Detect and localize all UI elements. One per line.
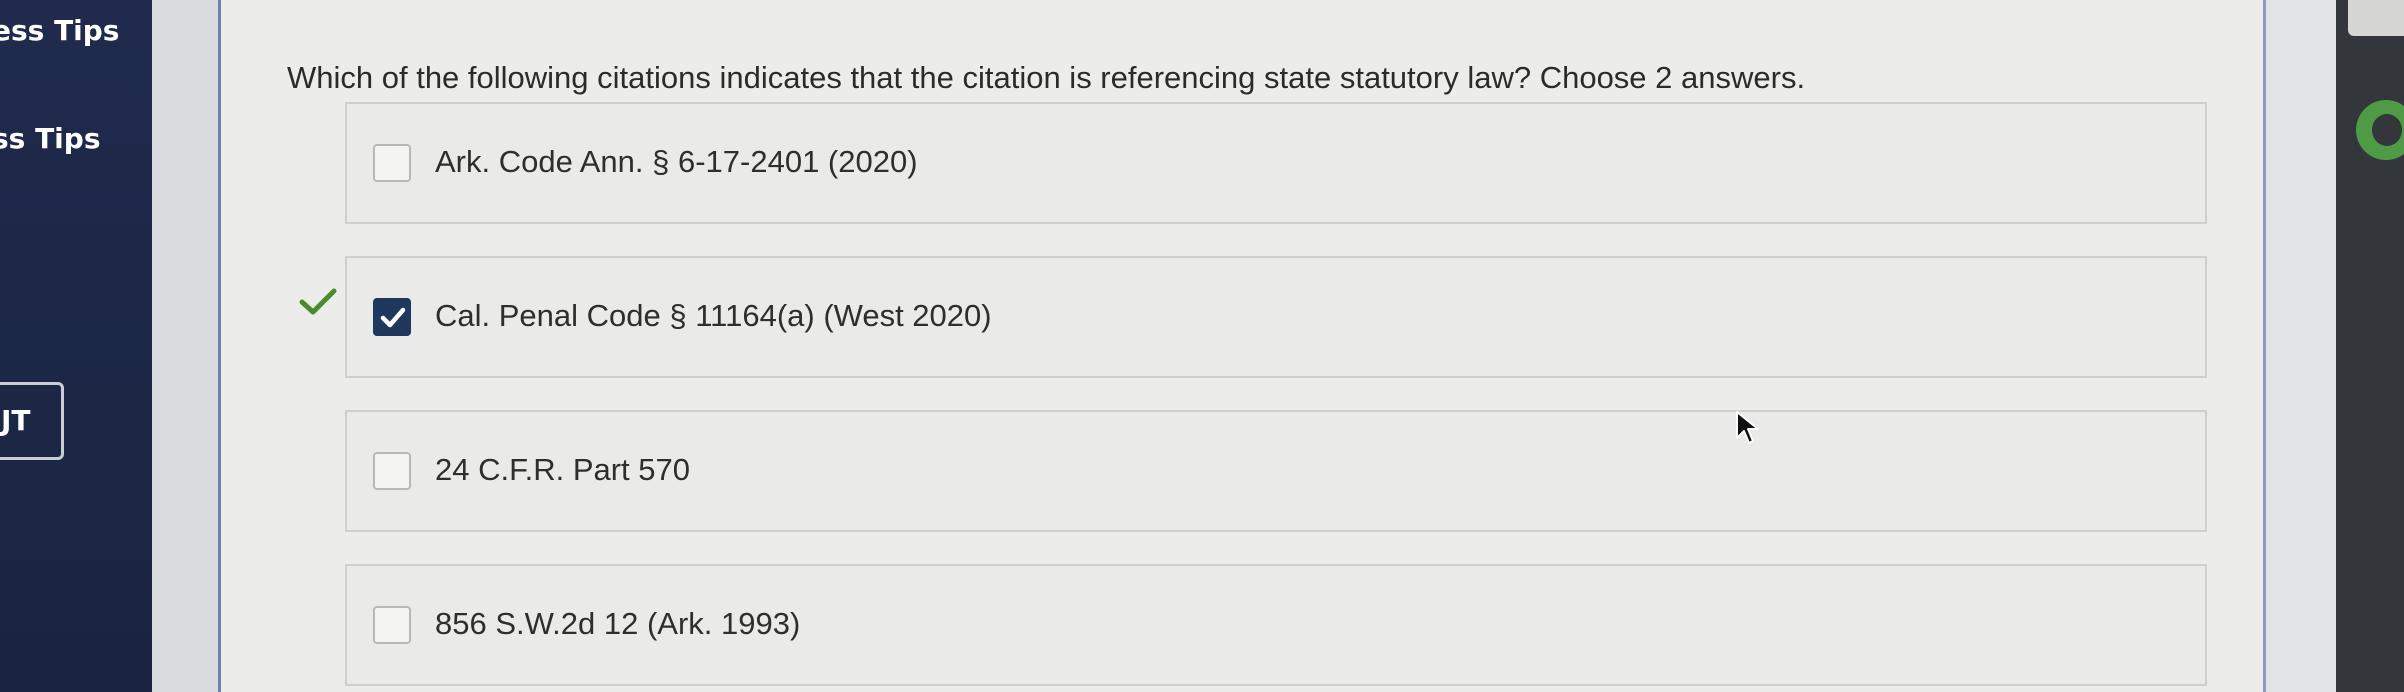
sidebar-tab-tips-2[interactable]: ss Tips <box>0 122 101 155</box>
mouse-pointer-icon <box>1735 410 1761 451</box>
answer-label-1: Ark. Code Ann. § 6-17-2401 (2020) <box>435 144 918 179</box>
check-mark-icon <box>299 288 337 321</box>
answer-label-2: Cal. Penal Code § 11164(a) (West 2020) <box>435 298 992 333</box>
answer-checkbox-2[interactable] <box>373 298 411 336</box>
answer-label-3: 24 C.F.R. Part 570 <box>435 452 691 487</box>
checkbox-check-icon <box>380 307 406 328</box>
sidebar-tab-tips-1[interactable]: ess Tips <box>0 14 119 47</box>
answer-checkbox-1[interactable] <box>373 144 411 182</box>
sidebar-button[interactable]: JT <box>0 382 64 460</box>
left-sidebar: ess Tips ss Tips JT <box>0 0 152 692</box>
right-strip <box>2266 0 2336 692</box>
answer-option-1[interactable]: Ark. Code Ann. § 6-17-2401 (2020) <box>345 102 2207 224</box>
answer-option-2[interactable]: Cal. Penal Code § 11164(a) (West 2020) <box>345 256 2207 378</box>
answer-checkbox-4[interactable] <box>373 606 411 644</box>
right-panel-bar <box>2348 0 2404 36</box>
question-text: Which of the following citations indicat… <box>287 60 1806 95</box>
gutter <box>152 0 218 692</box>
answer-option-4[interactable]: 856 S.W.2d 12 (Ark. 1993) <box>345 564 2207 686</box>
answer-label-4: 856 S.W.2d 12 (Ark. 1993) <box>435 606 801 641</box>
answer-option-3[interactable]: 24 C.F.R. Part 570 <box>345 410 2207 532</box>
answer-checkbox-3[interactable] <box>373 452 411 490</box>
question-card: Which of the following citations indicat… <box>218 0 2266 692</box>
